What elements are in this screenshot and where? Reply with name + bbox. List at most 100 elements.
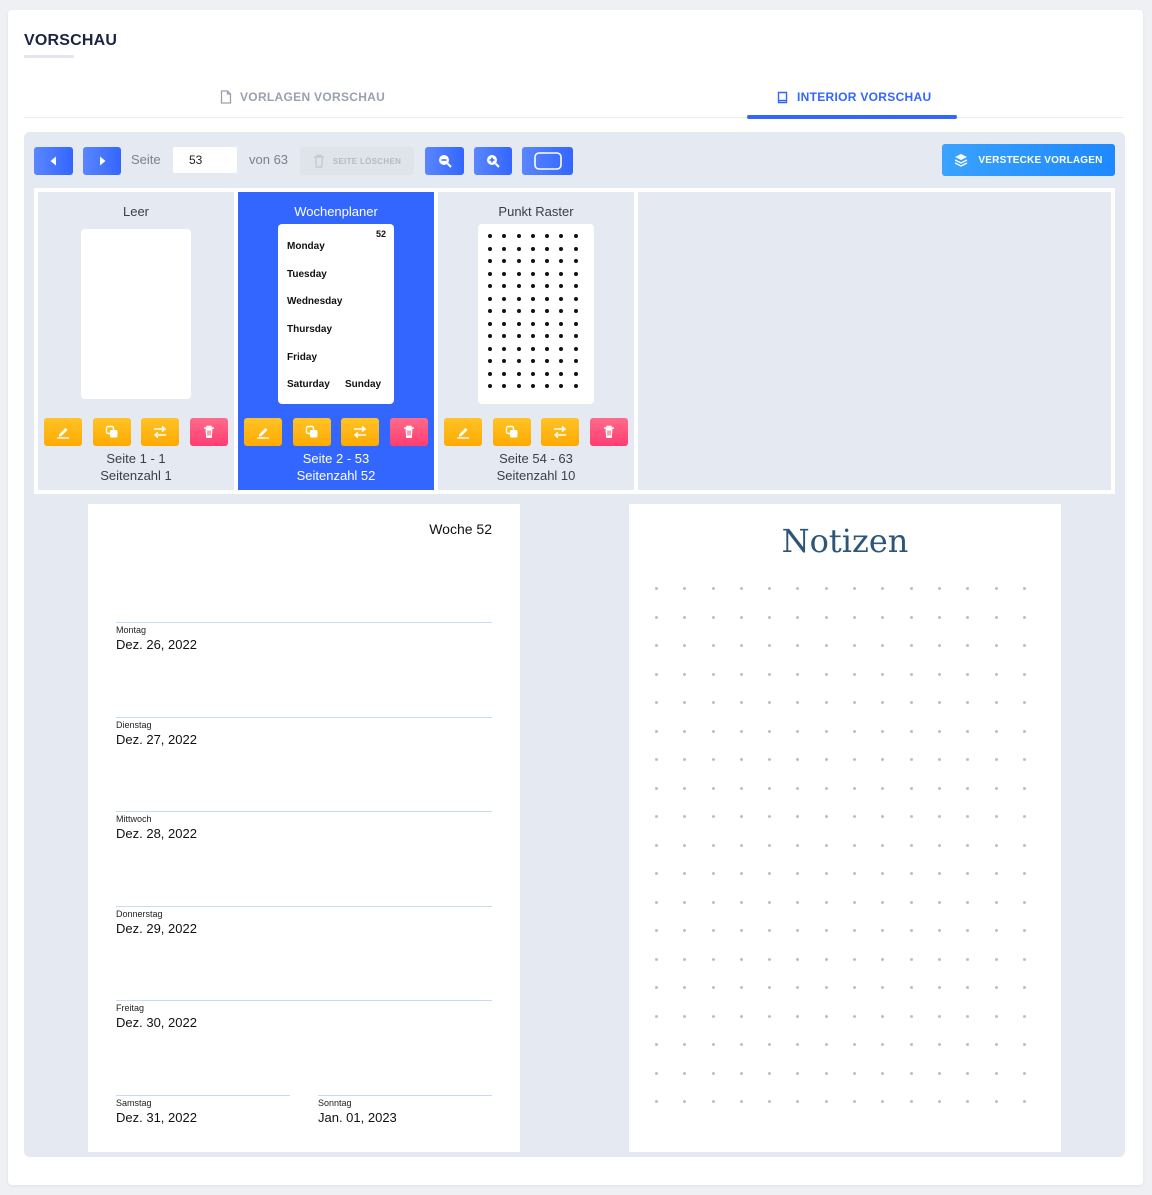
delete-page-button[interactable]: SEITE LÖSCHEN [300, 147, 414, 175]
grid-dot [853, 957, 857, 961]
day-date: Dez. 31, 2022 [116, 1110, 197, 1125]
previous-page-button[interactable] [34, 147, 73, 175]
day-name: Samstag [116, 1098, 152, 1108]
grid-dot [994, 1014, 998, 1018]
grid-dot [530, 359, 535, 363]
grid-dot [655, 1043, 658, 1046]
grid-dot [655, 929, 658, 932]
grid-dot [909, 1043, 913, 1046]
zoom-out-button[interactable] [425, 147, 464, 175]
grid-dot [573, 359, 578, 363]
template-thumbnail-weekly: 52 Monday Tuesday Wednesday Thursday Fri… [278, 224, 394, 404]
grid-dot [881, 986, 885, 989]
grid-dot [502, 284, 507, 288]
swap-template-button[interactable] [141, 418, 179, 446]
swap-icon [353, 425, 367, 439]
grid-dot [881, 843, 885, 847]
grid-dot [796, 758, 800, 761]
grid-dot [559, 284, 564, 288]
grid-dot [545, 271, 550, 276]
grid-dot [488, 371, 492, 376]
grid-dot [966, 986, 970, 989]
grid-dot [994, 644, 998, 647]
grid-dot [994, 900, 998, 904]
grid-dot [768, 701, 772, 704]
grid-dot [937, 1014, 941, 1018]
grid-dot [683, 986, 687, 989]
edit-template-button[interactable] [244, 418, 282, 446]
grid-dot [853, 986, 857, 989]
grid-dot [909, 843, 913, 847]
template-card-leer[interactable]: Leer Seite 1 - 1 Seitenzahl 1 [38, 192, 234, 490]
thumb-day: Friday [287, 352, 318, 363]
grid-dot [937, 1071, 941, 1075]
grid-dot [502, 321, 507, 326]
grid-dot [516, 321, 521, 326]
thumb-day: Tuesday [287, 269, 327, 280]
edit-template-button[interactable] [44, 418, 82, 446]
grid-dot [824, 701, 828, 704]
template-name: Wochenplaner [294, 204, 378, 219]
next-page-button[interactable] [83, 147, 121, 175]
grid-dot [937, 815, 941, 818]
grid-dot [796, 815, 800, 818]
page-number-input[interactable] [172, 146, 238, 174]
grid-dot [853, 672, 857, 676]
template-card-punkt-raster[interactable]: Punkt Raster Seite 54 - 63 Seitenzahl 10 [438, 192, 634, 490]
tab-vorlagen-vorschau[interactable]: VORLAGEN VORSCHAU [220, 76, 385, 118]
grid-dot [881, 672, 885, 676]
grid-dot [937, 957, 941, 961]
day-name: Donnerstag [116, 909, 163, 919]
grid-dot [530, 334, 535, 338]
grid-dot [655, 701, 658, 704]
delete-template-button[interactable] [390, 418, 428, 446]
delete-template-button[interactable] [590, 418, 628, 446]
day-date: Dez. 29, 2022 [116, 921, 197, 936]
grid-dot [768, 986, 772, 989]
zoom-in-button[interactable] [474, 147, 512, 175]
tab-label: VORLAGEN VORSCHAU [240, 90, 386, 104]
duplicate-template-button[interactable] [493, 418, 531, 446]
grid-dot [516, 296, 521, 301]
grid-dot [711, 1100, 715, 1103]
grid-dot [711, 615, 715, 619]
duplicate-template-button[interactable] [293, 418, 331, 446]
grid-dot [937, 1100, 941, 1103]
grid-dot [488, 334, 492, 338]
thumb-day: Monday [287, 241, 325, 252]
notes-title: Notizen [781, 522, 909, 560]
grid-dot [909, 644, 913, 647]
grid-dot [994, 672, 998, 676]
trash-icon [313, 154, 324, 168]
grid-dot [966, 815, 970, 818]
edit-template-button[interactable] [444, 418, 482, 446]
swap-template-button[interactable] [341, 418, 379, 446]
grid-dot [853, 701, 857, 704]
delete-template-button[interactable] [190, 418, 228, 446]
grid-dot [966, 615, 970, 619]
hide-templates-button[interactable]: VERSTECKE VORLAGEN [942, 144, 1115, 176]
day-name: Mittwoch [116, 814, 152, 824]
grid-dot [966, 872, 970, 875]
duplicate-template-button[interactable] [93, 418, 131, 446]
grid-dot [966, 957, 970, 961]
grid-dot [530, 346, 535, 351]
grid-dot [966, 729, 970, 733]
grid-dot [966, 929, 970, 932]
zoom-out-icon [438, 155, 452, 168]
tab-interior-vorschau[interactable]: INTERIOR VORSCHAU [777, 76, 931, 118]
grid-dot [488, 346, 492, 351]
template-card-wochenplaner[interactable]: Wochenplaner 52 Monday Tuesday Wednesday… [238, 192, 434, 490]
day-date: Dez. 28, 2022 [116, 826, 197, 841]
grid-dot [516, 284, 521, 288]
preview-card: VORSCHAU VORLAGEN VORSCHAU INTERIOR VORS… [8, 10, 1143, 1185]
grid-dot [545, 246, 550, 251]
spread-view-button[interactable] [522, 147, 573, 175]
grid-dot [824, 672, 828, 676]
grid-dot [824, 644, 828, 647]
grid-dot [796, 1071, 800, 1075]
grid-dot [853, 900, 857, 904]
grid-dot [739, 672, 743, 676]
swap-template-button[interactable] [541, 418, 579, 446]
copy-icon [505, 425, 518, 438]
